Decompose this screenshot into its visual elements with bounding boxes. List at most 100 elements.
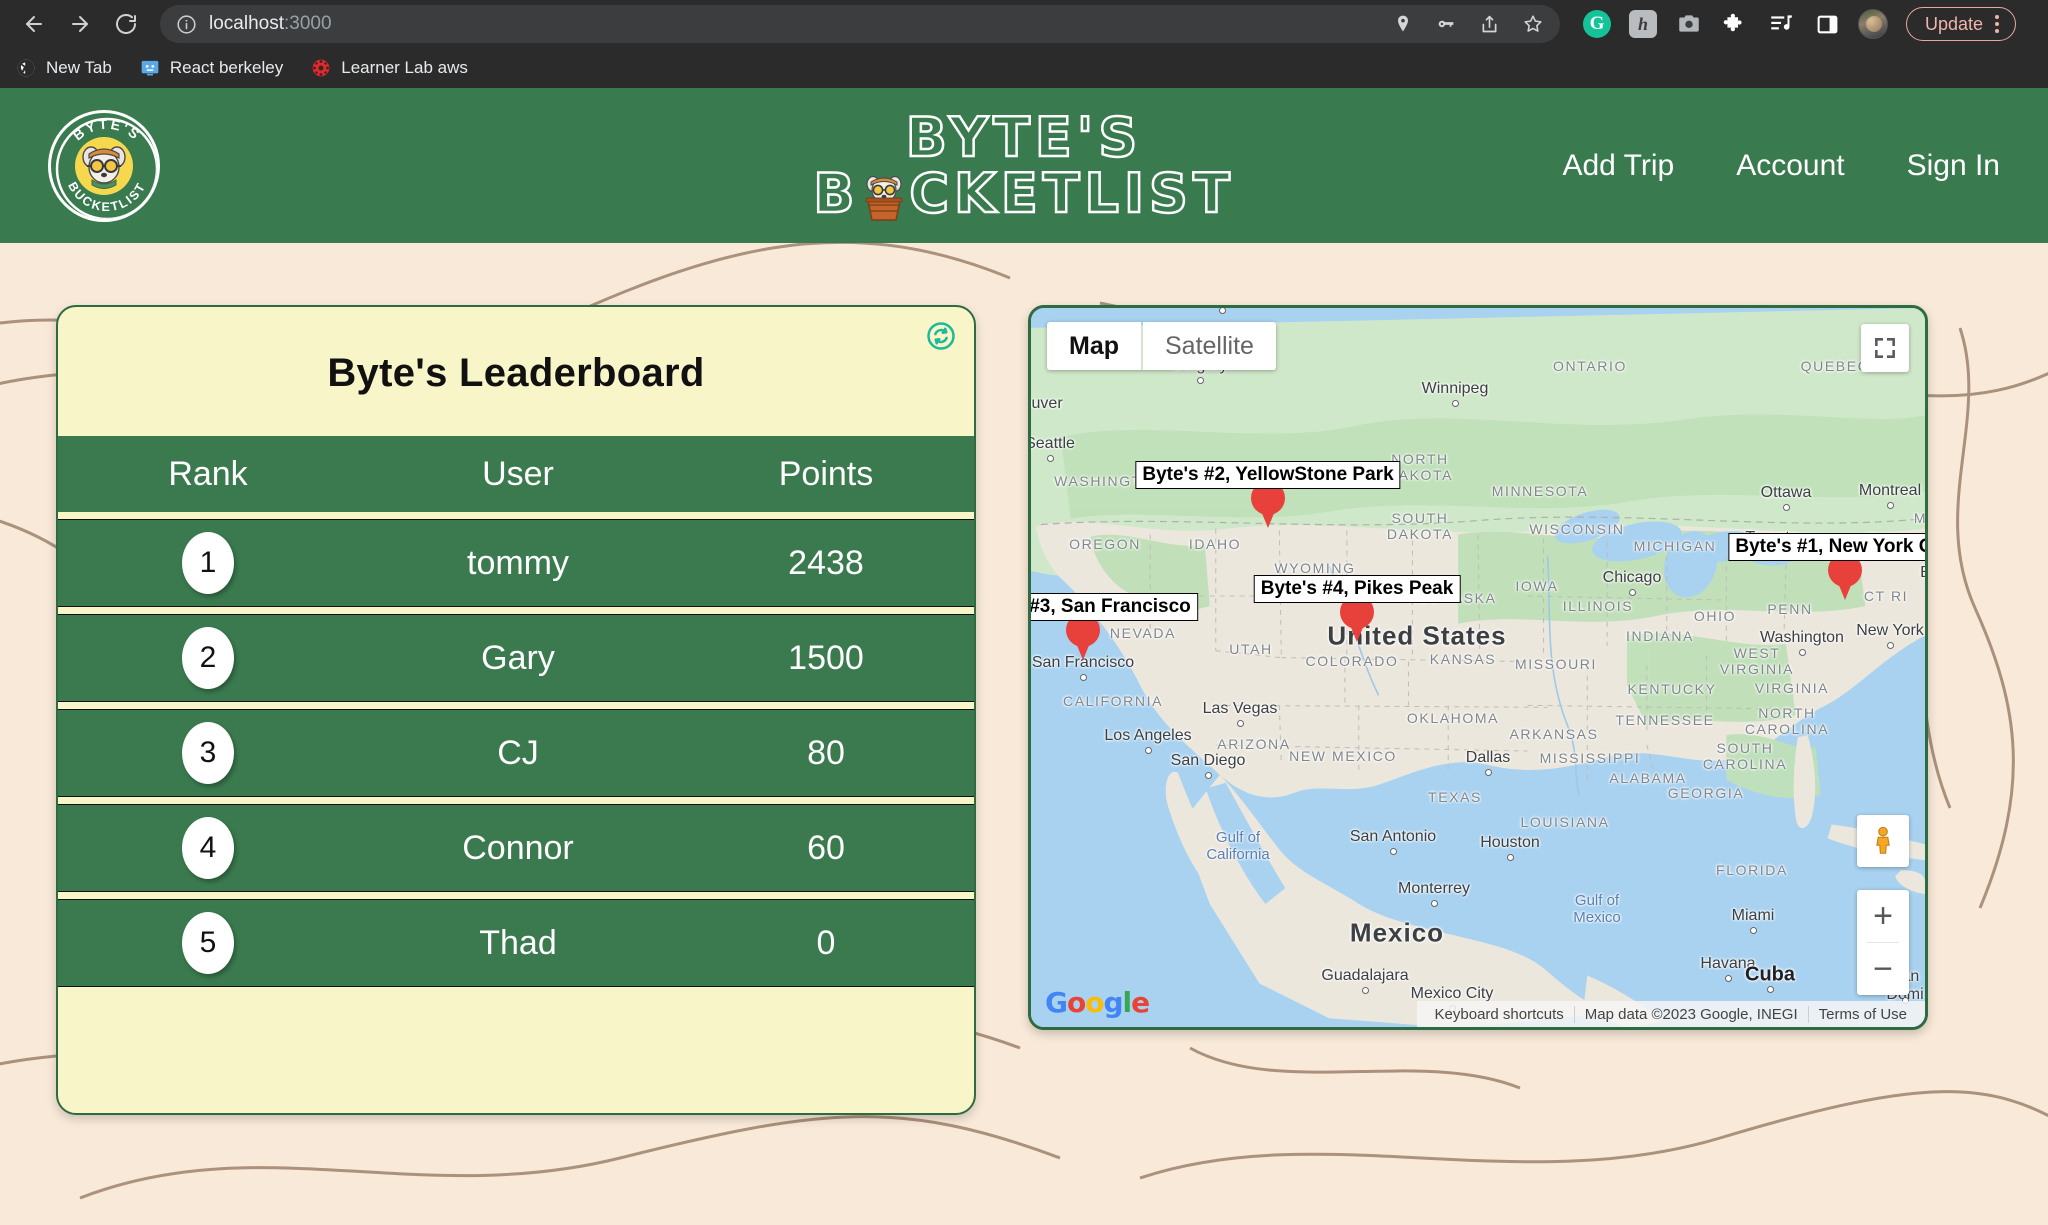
reload-icon[interactable] <box>106 4 146 44</box>
points-cell: 0 <box>816 923 836 962</box>
playlist-music-icon[interactable] <box>1766 9 1796 39</box>
user-cell: Connor <box>462 828 574 867</box>
user-cell: CJ <box>497 733 539 772</box>
url-text: localhost:3000 <box>209 13 332 34</box>
map-city-dot <box>1197 377 1204 384</box>
nav-account[interactable]: Account <box>1736 149 1844 183</box>
points-cell: 80 <box>807 733 845 772</box>
dog-in-bucket-icon <box>861 172 907 222</box>
canvas-icon <box>311 58 331 78</box>
rank-badge: 1 <box>182 532 234 594</box>
user-cell: Gary <box>481 638 555 677</box>
map-type-toggle[interactable]: Map Satellite <box>1047 322 1276 370</box>
keyboard-shortcuts-link[interactable]: Keyboard shortcuts <box>1425 1006 1574 1023</box>
bookmark-label: React berkeley <box>169 58 284 77</box>
map-data-attribution: Map data ©2023 Google, INEGI <box>1573 1005 1808 1023</box>
street-view-pegman-icon[interactable] <box>1857 815 1909 867</box>
back-arrow-icon[interactable] <box>14 4 54 44</box>
three-dot-menu-icon[interactable] <box>1995 15 2000 33</box>
user-cell: Thad <box>479 923 557 962</box>
screenshot-camera-icon[interactable] <box>1674 9 1704 39</box>
info-circle-icon[interactable] <box>176 14 197 35</box>
table-row[interactable]: 3 CJ 80 <box>58 709 974 797</box>
map-city-dot <box>1629 589 1636 596</box>
zoom-out-button[interactable]: − <box>1857 943 1909 995</box>
table-row[interactable]: 2 Gary 1500 <box>58 614 974 702</box>
extensions-row: G h <box>1582 9 1888 39</box>
map-city-dot <box>1887 642 1894 649</box>
table-row[interactable]: 4 Connor 60 <box>58 804 974 892</box>
map-type-satellite[interactable]: Satellite <box>1143 322 1276 370</box>
refresh-icon[interactable] <box>926 321 956 351</box>
update-label: Update <box>1925 13 1984 34</box>
points-cell: 2438 <box>788 543 864 582</box>
update-button[interactable]: Update <box>1906 7 2017 41</box>
site-title-b: B <box>812 161 860 225</box>
rank-cell: 4 <box>58 817 358 879</box>
map-city-dot <box>1485 769 1492 776</box>
rank-badge: 2 <box>182 627 234 689</box>
rank-cell: 1 <box>58 532 358 594</box>
nav-add-trip[interactable]: Add Trip <box>1562 149 1674 183</box>
map-marker-san-francisco-label: #3, San Francisco <box>1031 593 1198 621</box>
map-city-dot <box>1750 927 1757 934</box>
rank-badge: 4 <box>182 817 234 879</box>
bookmarks-bar: New Tab React berkeley Learner Lab aws <box>0 48 2048 88</box>
map-city-dot <box>1028 415 1029 422</box>
column-header-points: Points <box>778 454 874 493</box>
password-key-icon[interactable] <box>1435 13 1457 35</box>
map-tiles <box>1031 308 1925 1027</box>
column-header-user: User <box>482 454 554 493</box>
map-city-dot <box>1237 720 1244 727</box>
nav-sign-in[interactable]: Sign In <box>1907 149 2000 183</box>
page-title: Byte's Leaderboard <box>327 351 705 395</box>
map-marker-new-york-city-label: Byte's #1, New York City <box>1728 533 1925 561</box>
address-bar[interactable]: localhost:3000 <box>160 5 1560 43</box>
map-city-dot <box>1047 455 1054 462</box>
bookmark-label: New Tab <box>46 58 112 77</box>
map-zoom-controls[interactable]: + − <box>1857 890 1909 995</box>
bookmark-react-berkeley[interactable]: React berkeley <box>140 58 283 78</box>
map-marker-yellowstone-park-label: Byte's #2, YellowStone Park <box>1135 461 1401 489</box>
site-nav: Add Trip Account Sign In <box>1562 149 2000 183</box>
profile-avatar[interactable] <box>1858 9 1888 39</box>
honey-icon[interactable]: h <box>1628 9 1658 39</box>
map-city-dot <box>1783 504 1790 511</box>
map-city-dot <box>1145 747 1152 754</box>
side-panel-icon[interactable] <box>1812 9 1842 39</box>
bookmark-new-tab[interactable]: New Tab <box>16 58 112 78</box>
bookmark-learner-lab-aws[interactable]: Learner Lab aws <box>311 58 468 78</box>
trips-map[interactable]: EdmontonCalgaryVancouverWinnipegONTARIOQ… <box>1028 305 1928 1030</box>
table-row[interactable]: 5 Thad 0 <box>58 899 974 987</box>
rank-cell: 3 <box>58 722 358 784</box>
user-cell: tommy <box>467 543 569 582</box>
site-title-cketlist: CKETLIST <box>908 161 1235 225</box>
leaderboard-header-row: Rank User Points <box>58 436 974 512</box>
bookmark-star-icon[interactable] <box>1522 13 1544 35</box>
map-type-map[interactable]: Map <box>1047 322 1141 370</box>
bytes-bucketlist-logo[interactable]: BYTE'S BUCKETLIST <box>48 109 160 222</box>
site-title-line2: B CKETLIST <box>812 161 1235 225</box>
leaderboard-card: Byte's Leaderboard Rank User Points 1 to… <box>56 305 976 1115</box>
site-header: BYTE'S BUCKETLIST BYTE'S B CKETLIST Add … <box>0 88 2048 243</box>
zoom-in-button[interactable]: + <box>1857 890 1909 942</box>
bookmark-label: Learner Lab aws <box>341 58 468 77</box>
column-header-rank: Rank <box>168 454 248 493</box>
fullscreen-icon[interactable] <box>1861 324 1909 372</box>
map-city-dot <box>1452 400 1459 407</box>
browser-toolbar: localhost:3000 G h Update <box>0 0 2048 48</box>
globe-icon <box>16 58 36 78</box>
map-attribution-bar: Keyboard shortcuts Map data ©2023 Google… <box>1416 1001 1925 1027</box>
table-row[interactable]: 1 tommy 2438 <box>58 519 974 607</box>
rank-badge: 3 <box>182 722 234 784</box>
forward-arrow-icon[interactable] <box>60 4 100 44</box>
map-city-dot <box>1887 502 1894 509</box>
puzzle-extensions-icon[interactable] <box>1720 9 1750 39</box>
share-icon[interactable] <box>1479 14 1500 35</box>
terms-of-use-link[interactable]: Terms of Use <box>1807 1005 1917 1023</box>
map-city-dot <box>1507 854 1514 861</box>
grammarly-icon[interactable]: G <box>1582 9 1612 39</box>
monitor-icon <box>140 58 160 78</box>
map-city-dot <box>1205 772 1212 779</box>
location-pin-icon[interactable] <box>1393 14 1413 34</box>
